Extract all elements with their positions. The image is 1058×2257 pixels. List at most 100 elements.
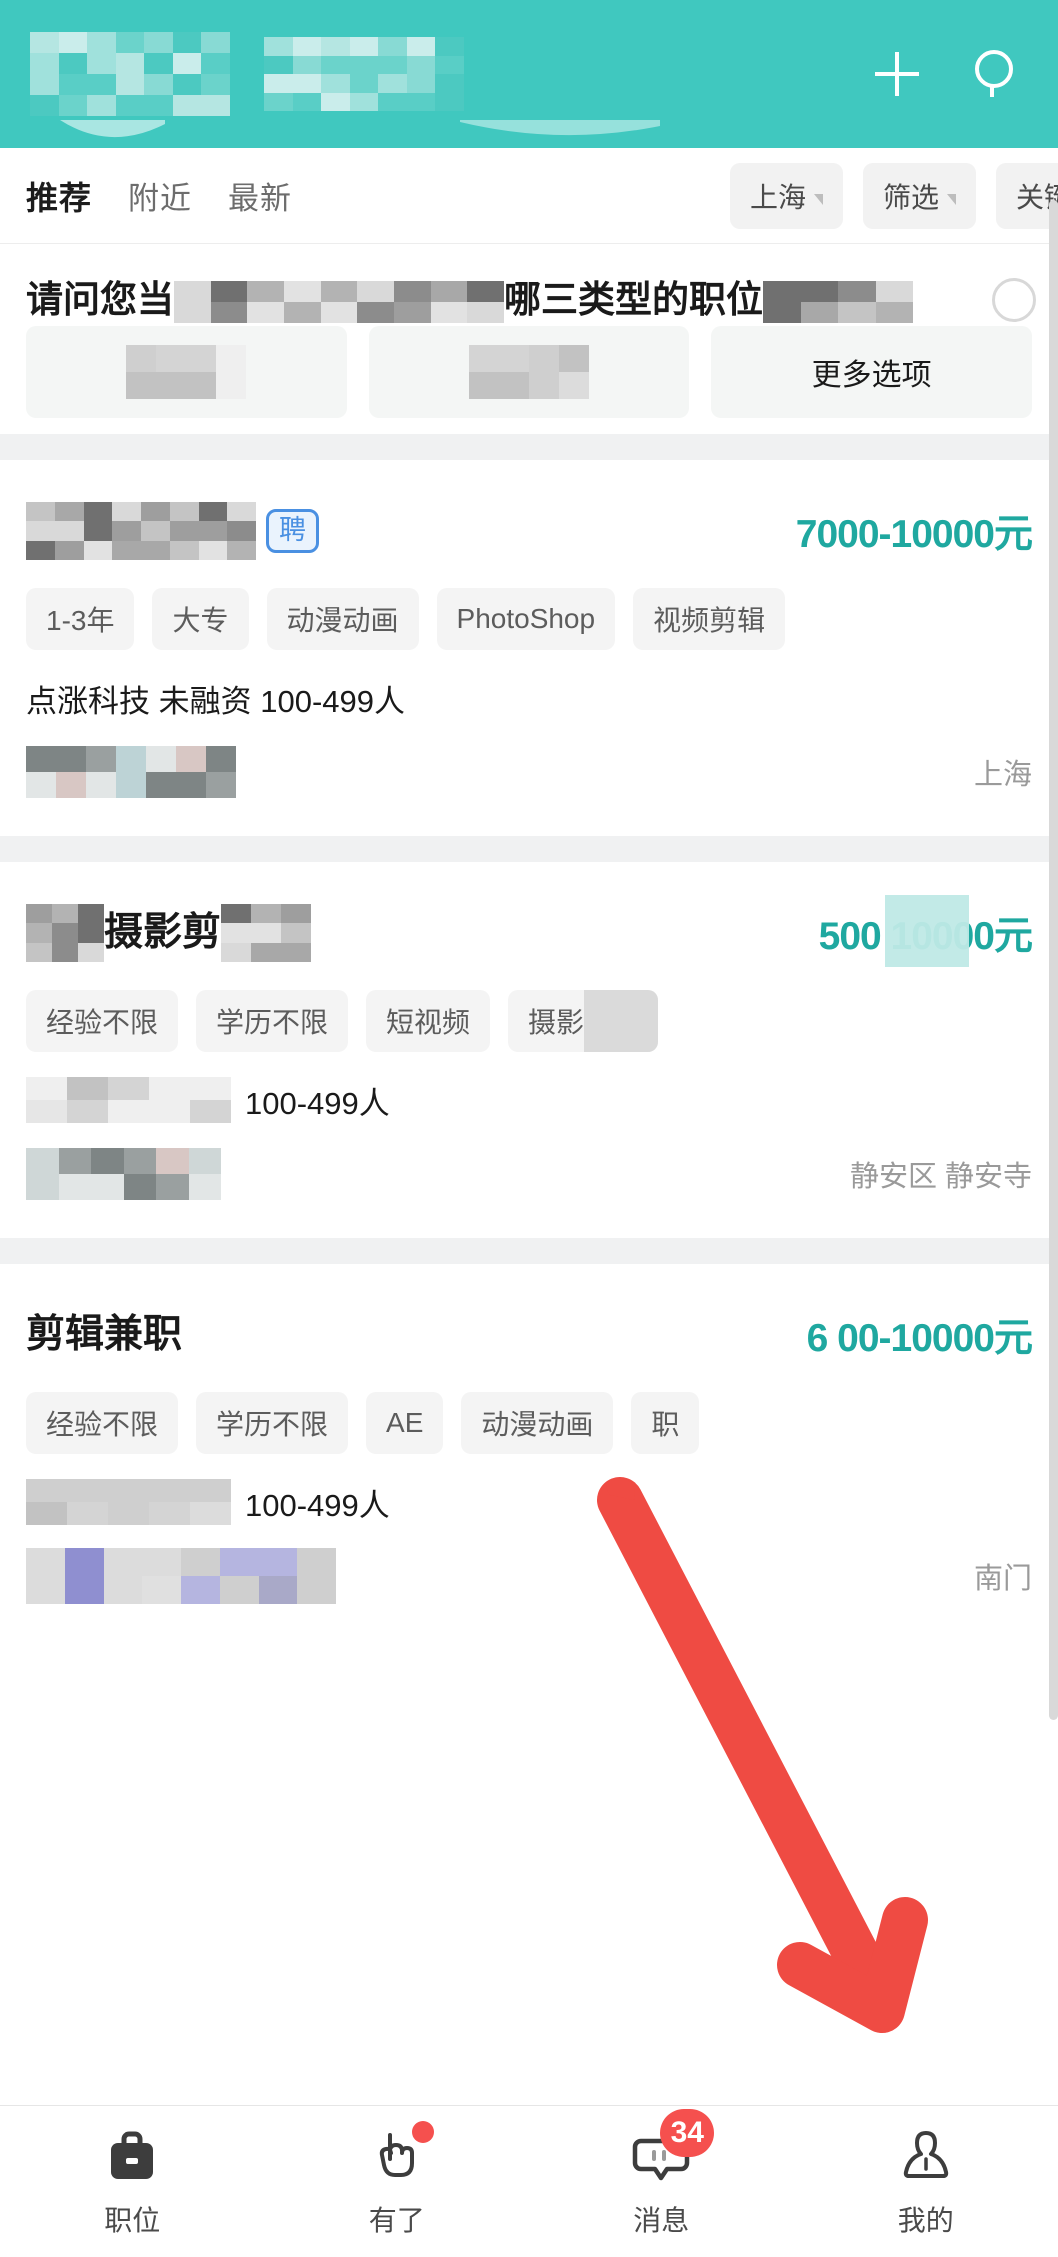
filter-city[interactable]: 上海	[729, 162, 843, 229]
job-card[interactable]: 剪辑兼职 6 00-10000元 经验不限 学历不限 AE 动漫动画 职 100…	[0, 1264, 1058, 1640]
job-company: 100-499人	[26, 1077, 1032, 1123]
nav-item-youle[interactable]: 有了	[265, 2120, 530, 2239]
survey-question-redacted-1	[174, 281, 504, 324]
brand-area	[30, 28, 870, 120]
message-count-badge: 34	[660, 2108, 715, 2157]
job-tag: AE	[366, 1392, 444, 1454]
job-salary: 6 00-10000元	[806, 1317, 1033, 1360]
job-tag: 动漫动画	[266, 588, 419, 650]
job-tag: 大专	[152, 588, 249, 650]
nav-dot-badge	[411, 2120, 434, 2143]
job-company: 点涨科技 未融资 100-499人	[26, 676, 1032, 720]
recruiter-avatar-redacted	[26, 746, 236, 798]
filter-screen-label: 筛选	[882, 181, 939, 213]
job-location: 静安区 静安寺	[849, 1161, 1032, 1193]
job-tags: 1-3年 大专 动漫动画 PhotoShop 视频剪辑	[26, 588, 1032, 650]
job-tag: 经验不限	[26, 990, 179, 1052]
job-tag-redacted	[584, 990, 659, 1052]
survey-option-more[interactable]: 更多选项	[711, 326, 1033, 418]
job-title-redacted	[26, 502, 256, 560]
section-divider	[0, 434, 1058, 460]
survey-options: 更多选项	[26, 326, 1033, 418]
job-title: 剪辑兼职	[26, 1313, 183, 1356]
job-salary: 500 10000元	[819, 895, 1033, 967]
job-tag-label: 摄影	[528, 1007, 585, 1038]
job-header: 剪辑兼职 6 00-10000元	[26, 1304, 1033, 1366]
survey-question-redacted-2	[763, 281, 913, 324]
person-icon	[895, 2125, 957, 2187]
nav-label-messages: 消息	[633, 2204, 690, 2236]
nav-item-mine[interactable]: 我的	[794, 2125, 1058, 2239]
section-divider	[0, 1238, 1058, 1264]
filter-group: 上海 筛选 关键	[729, 162, 1058, 229]
survey-question-prefix: 请问您当	[26, 279, 174, 320]
job-tag: 视频剪辑	[633, 588, 786, 650]
job-salary: 7000-10000元	[795, 513, 1033, 556]
nav-label-jobs: 职位	[104, 2204, 161, 2236]
tab-group: 推荐 附近 最新	[26, 173, 292, 219]
survey-option-1[interactable]	[26, 326, 347, 418]
recruiter-avatar-redacted	[26, 1548, 336, 1604]
nav-label-mine: 我的	[897, 2204, 954, 2236]
search-icon[interactable]	[970, 47, 1024, 101]
chevron-down-icon	[946, 194, 956, 205]
job-tag: 摄影	[508, 990, 659, 1052]
job-location: 南门	[973, 1563, 1032, 1595]
job-header: 聘 7000-10000元	[26, 500, 1033, 562]
chat-bubble-icon: 34	[630, 2108, 715, 2187]
job-tag: 短视频	[366, 990, 491, 1052]
job-title-wrap: 聘	[26, 502, 319, 560]
filter-screen[interactable]: 筛选	[862, 162, 976, 229]
header-wave-decoration	[60, 120, 660, 138]
tab-nearby[interactable]: 附近	[128, 173, 192, 218]
job-company-label: 点涨科技 未融资 100-499人	[26, 683, 405, 719]
job-tag: 1-3年	[26, 588, 135, 650]
tab-bar: 推荐 附近 最新 上海 筛选 关键	[0, 148, 1058, 244]
filter-city-label: 上海	[749, 181, 806, 213]
app-header	[0, 0, 1058, 148]
job-tag: 职	[631, 1392, 700, 1454]
job-header: 摄影剪 500 10000元	[26, 895, 1033, 967]
job-tag: 经验不限	[26, 1392, 179, 1454]
section-divider	[0, 836, 1058, 862]
job-company-size: 100-499人	[245, 1487, 390, 1523]
survey-option-2[interactable]	[368, 326, 690, 418]
close-circle-icon[interactable]	[992, 278, 1036, 322]
chevron-down-icon	[813, 194, 823, 205]
job-company-size: 100-499人	[245, 1085, 390, 1121]
salary-redaction-overlay	[884, 895, 969, 967]
job-company: 100-499人	[26, 1479, 1032, 1525]
job-tag: 学历不限	[196, 1392, 349, 1454]
job-company-redacted	[26, 1077, 231, 1123]
job-tag: 动漫动画	[461, 1392, 614, 1454]
job-card[interactable]: 摄影剪 500 10000元 经验不限 学历不限 短视频 摄影 100-499人…	[0, 862, 1058, 1238]
job-title-wrap: 摄影剪	[26, 902, 312, 964]
bottom-navigation: 职位 有了 34 消息 我的	[0, 2105, 1058, 2257]
job-tag: 学历不限	[196, 990, 349, 1052]
plus-icon[interactable]	[870, 47, 924, 101]
job-card[interactable]: 聘 7000-10000元 1-3年 大专 动漫动画 PhotoShop 视频剪…	[0, 460, 1058, 836]
survey-question: 请问您当 哪三类型的职位	[26, 278, 1032, 324]
hand-tap-icon	[366, 2120, 434, 2187]
job-company-redacted	[26, 1479, 231, 1525]
app-title-redacted	[264, 37, 464, 111]
scrollbar-thumb[interactable]	[1049, 200, 1058, 1720]
job-title-redacted-right	[221, 904, 312, 962]
job-tag: PhotoShop	[436, 588, 616, 650]
job-tags: 经验不限 学历不限 短视频 摄影	[26, 990, 1032, 1052]
nav-label-youle: 有了	[368, 2204, 425, 2236]
job-footer: 静安区 静安寺	[26, 1144, 1032, 1204]
survey-card[interactable]: 请问您当 哪三类型的职位 更多选项	[0, 244, 1058, 434]
recruiter-avatar-redacted	[26, 1148, 221, 1200]
nav-item-messages[interactable]: 34 消息	[529, 2108, 794, 2239]
tab-recommend[interactable]: 推荐	[26, 173, 92, 219]
hiring-badge: 聘	[266, 509, 319, 553]
job-tags: 经验不限 学历不限 AE 动漫动画 职	[26, 1392, 1032, 1454]
briefcase-icon	[101, 2125, 163, 2187]
job-footer: 南门	[26, 1546, 1032, 1606]
job-location: 上海	[973, 759, 1032, 791]
app-logo-redacted	[30, 32, 230, 116]
nav-item-jobs[interactable]: 职位	[0, 2125, 265, 2239]
survey-option-more-label: 更多选项	[811, 359, 932, 392]
tab-latest[interactable]: 最新	[228, 173, 292, 218]
